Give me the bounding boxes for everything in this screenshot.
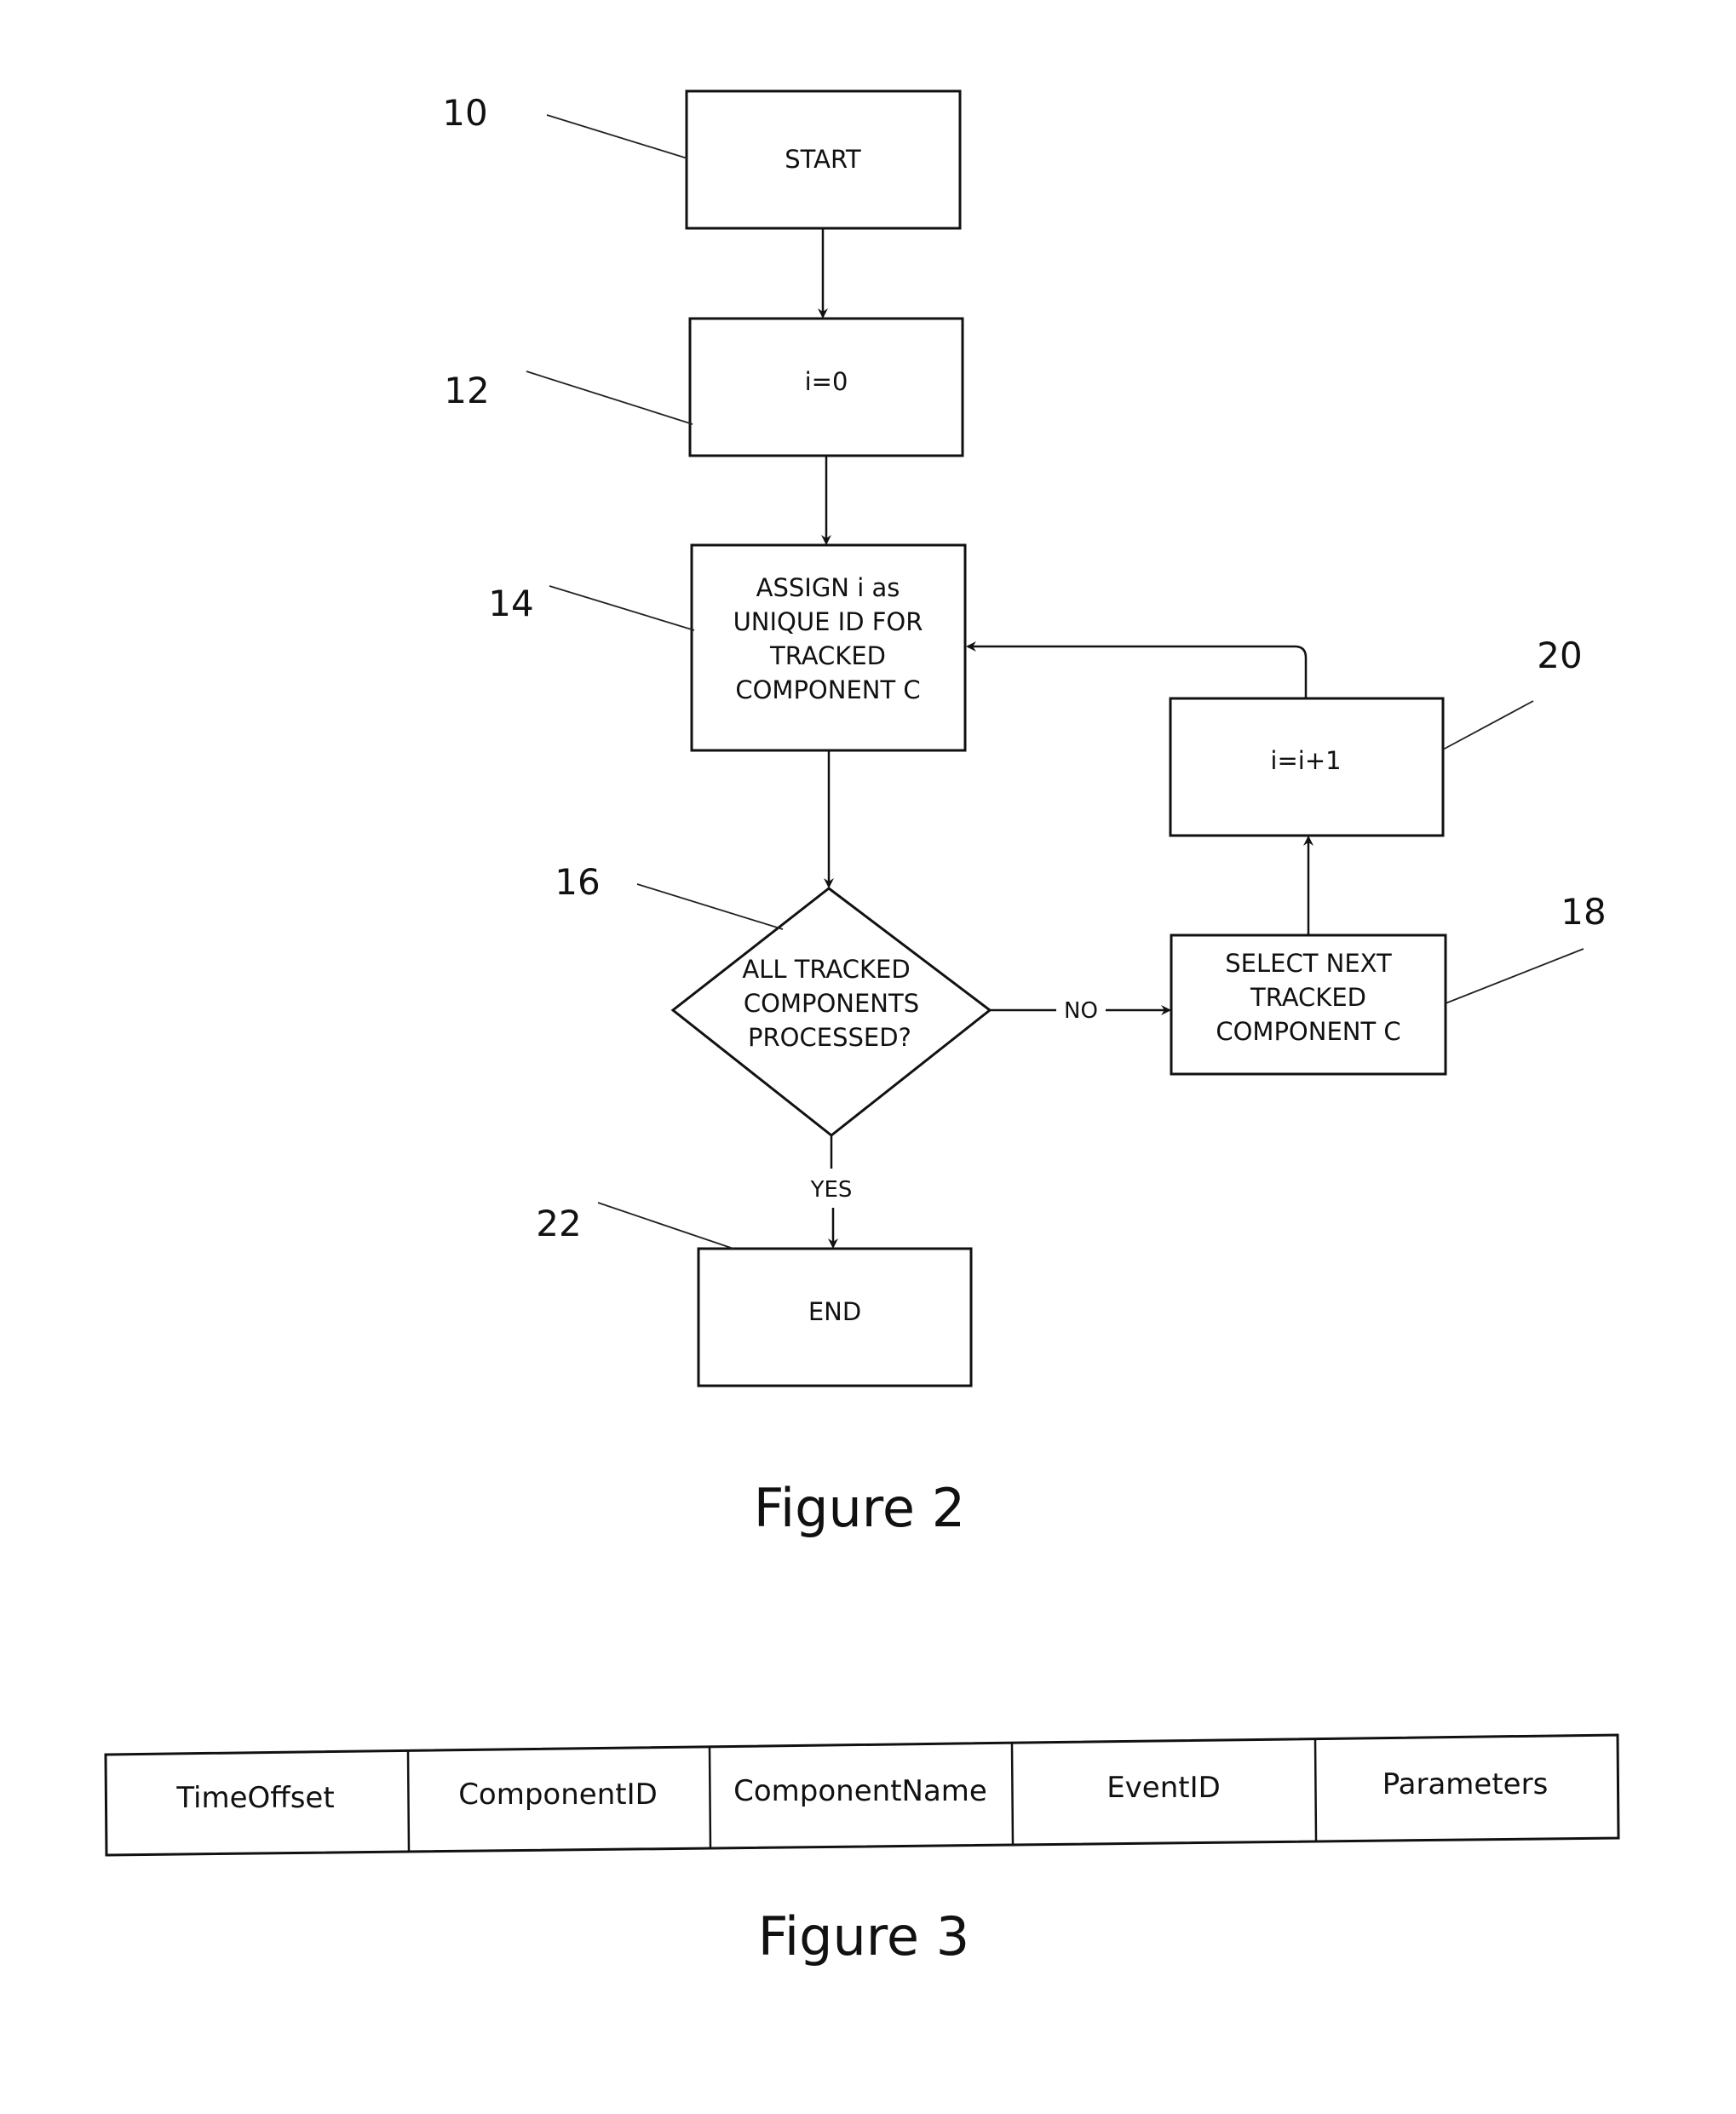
column-header-time-offset: TimeOffset <box>175 1781 334 1815</box>
yes-label: YES <box>810 1177 853 1203</box>
ref-number-16: 16 <box>555 861 600 903</box>
column-divider-3 <box>1010 1743 1015 1845</box>
ref-number-10: 10 <box>442 92 487 134</box>
select-next-label-line-2: TRACKED <box>1250 983 1366 1012</box>
node-init: i=0 <box>688 317 964 457</box>
select-next-label-line-1: SELECT NEXT <box>1225 949 1392 978</box>
node-assign-id: ASSIGN i as UNIQUE ID FOR TRACKED COMPON… <box>690 543 967 752</box>
ref-number-12: 12 <box>444 370 489 411</box>
init-label: i=0 <box>805 367 848 396</box>
column-header-parameters: Parameters <box>1382 1767 1549 1801</box>
arrow-increment-loop-to-assign <box>966 641 1308 698</box>
node-end: END <box>697 1247 973 1387</box>
leader-line-22 <box>597 1202 734 1249</box>
leader-line-14 <box>549 585 695 631</box>
leader-line-20 <box>1442 700 1534 750</box>
decision-label-line-2: COMPONENTS <box>744 989 919 1018</box>
assign-label-line-2: UNIQUE ID FOR <box>733 607 923 636</box>
column-header-event-id: EventID <box>1107 1771 1221 1805</box>
figure-3-record-table: TimeOffset ComponentID ComponentName Eve… <box>104 1733 1620 1968</box>
leader-line-18 <box>1445 948 1584 1004</box>
leader-line-16 <box>636 883 784 930</box>
column-header-component-id: ComponentID <box>458 1778 658 1812</box>
assign-label-line-4: COMPONENT C <box>735 675 920 704</box>
node-increment: i=i+1 <box>1169 697 1445 837</box>
node-start: START <box>685 89 962 230</box>
start-label: START <box>785 145 861 174</box>
node-decision: ALL TRACKED COMPONENTS PROCESSED? <box>670 887 992 1137</box>
ref-number-14: 14 <box>488 583 533 624</box>
figure-3-caption: Figure 3 <box>758 1905 969 1968</box>
decision-label-line-3: PROCESSED? <box>748 1023 911 1052</box>
ref-number-20: 20 <box>1537 635 1582 676</box>
no-label: NO <box>1064 998 1098 1024</box>
patent-drawing-sheet: START 10 i=0 12 ASSIGN i as UNIQUE ID FO… <box>104 89 1620 1968</box>
decision-label-line-1: ALL TRACKED <box>742 955 910 984</box>
ref-number-18: 18 <box>1561 891 1606 933</box>
end-label: END <box>808 1297 861 1326</box>
increment-label: i=i+1 <box>1270 746 1341 775</box>
column-divider-1 <box>406 1750 411 1853</box>
leader-line-10 <box>546 114 688 159</box>
node-select-next: SELECT NEXT TRACKED COMPONENT C <box>1170 933 1447 1076</box>
figure-2-flowchart: START 10 i=0 12 ASSIGN i as UNIQUE ID FO… <box>442 89 1607 1539</box>
column-header-component-name: ComponentName <box>733 1774 987 1808</box>
select-next-label-line-3: COMPONENT C <box>1216 1017 1400 1046</box>
assign-label-line-3: TRACKED <box>769 641 886 670</box>
leader-line-12 <box>526 371 693 425</box>
column-divider-4 <box>1313 1738 1318 1841</box>
assign-label-line-1: ASSIGN i as <box>756 573 900 602</box>
ref-number-22: 22 <box>536 1203 581 1244</box>
figure-2-caption: Figure 2 <box>754 1477 965 1539</box>
